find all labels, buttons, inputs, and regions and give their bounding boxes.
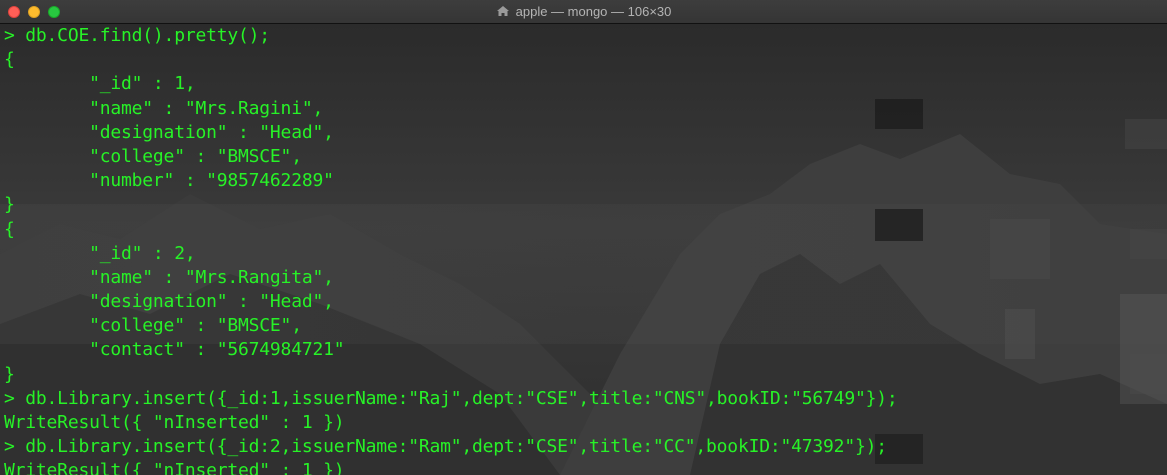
terminal-line: "designation" : "Head", [4, 121, 334, 143]
terminal-lines: > db.COE.find().pretty(); { "_id" : 1, "… [4, 24, 898, 475]
title-bar[interactable]: apple — mongo — 106×30 [0, 0, 1167, 24]
terminal-line: WriteResult({ "nInserted" : 1 }) [4, 412, 345, 433]
terminal-line: "college" : "BMSCE", [4, 315, 302, 337]
terminal-line: { [4, 49, 15, 71]
terminal-window: apple — mongo — 106×30 > db.COE.find().p… [0, 0, 1167, 475]
terminal-line: "contact" : "5674984721" [4, 339, 345, 361]
window-title: apple — mongo — 106×30 [0, 0, 1167, 24]
terminal-line: "_id" : 1, [4, 73, 196, 95]
terminal-line: "number" : "9857462289" [4, 170, 334, 192]
home-icon [496, 6, 509, 16]
terminal-line: "_id" : 2, [4, 242, 196, 264]
terminal-line: WriteResult({ "nInserted" : 1 }) [4, 460, 345, 475]
terminal-line: } [4, 194, 15, 216]
terminal-line: "name" : "Mrs.Rangita", [4, 266, 334, 288]
terminal-line: "name" : "Mrs.Ragini", [4, 97, 324, 119]
terminal-line: > db.COE.find().pretty(); [4, 25, 270, 46]
terminal-line: > db.Library.insert({_id:2,issuerName:"R… [4, 436, 887, 458]
terminal-line: } [4, 363, 15, 385]
terminal-output[interactable]: > db.COE.find().pretty(); { "_id" : 1, "… [0, 24, 1167, 475]
terminal-line: "designation" : "Head", [4, 291, 334, 313]
terminal-line: { [4, 218, 15, 240]
terminal-line: > db.Library.insert({_id:1,issuerName:"R… [4, 387, 898, 409]
window-title-text: apple — mongo — 106×30 [515, 4, 672, 19]
terminal-line: "college" : "BMSCE", [4, 145, 302, 167]
